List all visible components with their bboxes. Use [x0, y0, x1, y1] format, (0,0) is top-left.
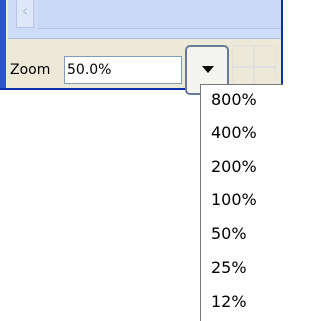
chevron-down-icon [202, 66, 214, 73]
zoom-input[interactable]: 50.0% [64, 56, 182, 84]
zoom-option-200[interactable]: 200% [211, 155, 281, 179]
zoom-option-100[interactable]: 100% [211, 188, 281, 212]
zoom-options-menu: 800% 400% 200% 100% 50% 25% 12% [200, 84, 283, 321]
zoom-option-800[interactable]: 800% [211, 88, 281, 112]
chevron-left-icon: ‹ [21, 1, 29, 20]
zoom-option-400[interactable]: 400% [211, 121, 281, 145]
window-left-edge [0, 0, 6, 88]
zoom-option-25[interactable]: 25% [211, 256, 281, 280]
zoom-option-12[interactable]: 12% [211, 290, 281, 314]
scrollbar-track[interactable] [38, 0, 281, 29]
zoom-toolbar-panel: ‹ Zoom 50.0% [0, 0, 283, 95]
grid-icon [232, 45, 276, 85]
zoom-label: Zoom [10, 62, 51, 78]
zoom-option-50[interactable]: 50% [211, 222, 281, 246]
scroll-left-button[interactable]: ‹ [16, 0, 34, 28]
horizontal-scrollbar[interactable]: ‹ [8, 0, 281, 39]
